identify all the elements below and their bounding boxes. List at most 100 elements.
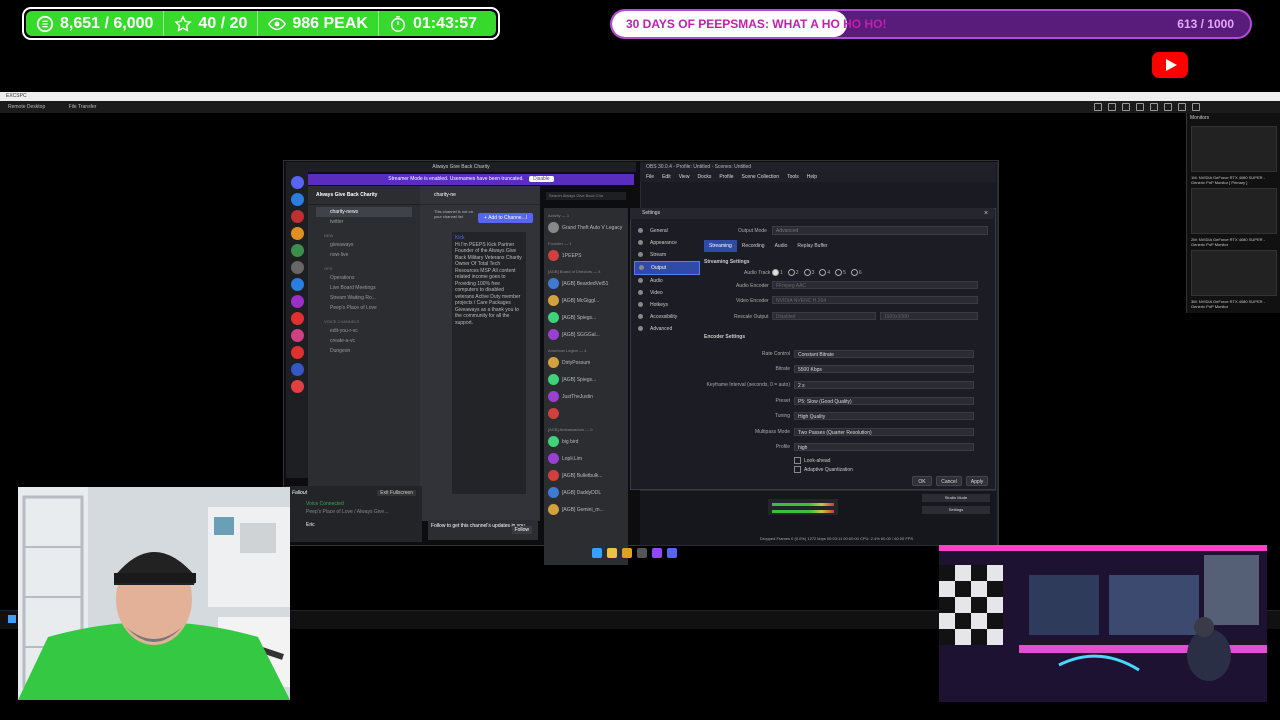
audio-track-radio[interactable]: 3 — [803, 269, 814, 276]
server-icon[interactable] — [290, 244, 304, 257]
lookahead-checkbox[interactable] — [794, 457, 801, 464]
display-icon[interactable] — [1094, 103, 1102, 111]
member-item[interactable]: [AGB] SGGGal... — [544, 326, 628, 343]
channel-item[interactable]: charity-news — [316, 207, 412, 217]
channel-item[interactable]: create-a-vc — [316, 336, 412, 346]
encoder-field-value[interactable]: 2 s — [794, 381, 974, 389]
audio-track-radio[interactable]: 5 — [835, 269, 846, 276]
server-icon[interactable] — [290, 210, 304, 223]
menu-edit[interactable]: Edit — [662, 174, 671, 180]
menu-tools[interactable]: Tools — [787, 174, 799, 180]
server-icon[interactable] — [290, 295, 304, 308]
monitor-thumb-1[interactable] — [1191, 126, 1277, 172]
windows-start-icon[interactable] — [8, 615, 16, 623]
tab-file-transfer[interactable]: File Transfer — [69, 104, 97, 110]
encoder-field-value[interactable]: High Quality — [794, 412, 974, 420]
menu-file[interactable]: File — [646, 174, 654, 180]
server-icon[interactable] — [290, 193, 304, 206]
server-icon[interactable] — [290, 329, 304, 342]
member-item[interactable]: 1PEEPS — [544, 247, 628, 264]
settings-nav-audio[interactable]: Audio — [634, 275, 700, 287]
menu-scene-collection[interactable]: Scene Collection — [742, 174, 780, 180]
tab-audio[interactable]: Audio — [770, 240, 793, 252]
member-item[interactable]: big bird — [544, 433, 628, 450]
server-icon[interactable] — [290, 346, 304, 359]
monitor-thumb-3[interactable] — [1191, 250, 1277, 296]
cancel-button[interactable]: Cancel — [936, 476, 962, 486]
settings-nav-accessibility[interactable]: Accessibility — [634, 311, 700, 323]
ok-button[interactable]: OK — [912, 476, 932, 486]
tab-remote-desktop[interactable]: Remote Desktop — [8, 104, 45, 110]
encoder-field-value[interactable]: Two Passes (Quarter Resolution) — [794, 428, 974, 436]
server-icon[interactable] — [290, 380, 304, 393]
menu-profile[interactable]: Profile — [719, 174, 733, 180]
activity-item[interactable]: Grand Theft Auto V Legacy — [544, 219, 628, 236]
close-icon[interactable] — [1192, 103, 1200, 111]
server-icon[interactable] — [290, 261, 304, 274]
audio-track-radio[interactable]: 2 — [787, 269, 799, 276]
member-item[interactable]: [AGB] Bulletbulk... — [544, 467, 628, 484]
member-item[interactable] — [544, 405, 628, 422]
member-item[interactable]: [AGB] DaddyDDL — [544, 484, 628, 501]
channel-item[interactable]: now-live — [316, 250, 412, 260]
member-item[interactable]: Lopli.Lim — [544, 450, 628, 467]
encoder-field-value[interactable]: 5500 Kbps — [794, 365, 974, 373]
fullscreen-icon[interactable] — [1178, 103, 1186, 111]
member-item[interactable]: DirtyPossum — [544, 354, 628, 371]
channel-item[interactable]: Stream Waiting Ro... — [316, 293, 412, 303]
follow-button[interactable]: Follow — [511, 526, 532, 534]
cursor-icon[interactable] — [1108, 103, 1116, 111]
audio-encoder-select[interactable]: FFmpeg AAC — [772, 281, 978, 289]
settings-button[interactable]: Settings — [922, 506, 990, 514]
twitch-icon[interactable] — [652, 548, 662, 558]
server-icon[interactable] — [290, 278, 304, 291]
rescale-select[interactable]: Disabled — [772, 312, 876, 320]
channel-item[interactable]: twitter — [316, 217, 412, 227]
audio-track-radio[interactable]: 1 — [772, 269, 783, 276]
settings-nav-general[interactable]: General — [634, 225, 700, 237]
settings-nav-advanced[interactable]: Advanced — [634, 323, 700, 335]
tab-streaming[interactable]: Streaming — [704, 240, 737, 252]
video-encoder-select[interactable]: NVIDIA NVENC H.264 — [772, 296, 978, 304]
audio-track-radio[interactable]: 6 — [850, 269, 862, 276]
menu-view[interactable]: View — [679, 174, 690, 180]
rescale-resolution[interactable]: 1920x1080 — [880, 312, 978, 320]
server-icon[interactable] — [290, 363, 304, 376]
add-channel-button[interactable]: + Add to Channe...l — [478, 213, 533, 223]
channel-item[interactable]: Peep's Place of Love — [316, 303, 412, 313]
record-icon[interactable] — [1150, 103, 1158, 111]
server-name[interactable]: Always Give Back Charity — [308, 186, 420, 205]
encoder-field-value[interactable]: Constant Bitrate — [794, 350, 974, 358]
channel-item[interactable]: Dungeon — [316, 346, 412, 356]
menu-help[interactable]: Help — [807, 174, 817, 180]
windows-icon[interactable] — [592, 548, 602, 558]
discord-icon[interactable] — [667, 548, 677, 558]
obs-icon[interactable] — [637, 548, 647, 558]
settings-nav-hotkeys[interactable]: Hotkeys — [634, 299, 700, 311]
channel-item[interactable]: giveaways — [316, 240, 412, 250]
studio-mode-button[interactable]: Studio Mode — [922, 494, 990, 502]
disable-streamer-button[interactable]: Disable — [529, 176, 554, 182]
settings-nav-output[interactable]: Output — [634, 261, 700, 275]
channel-item[interactable]: Live Board Meetings — [316, 283, 412, 293]
settings-nav-stream[interactable]: Stream — [634, 249, 700, 261]
member-item[interactable]: [AGB] BeardedVet51 — [544, 275, 628, 292]
keyboard-icon[interactable] — [1122, 103, 1130, 111]
server-icon[interactable] — [290, 312, 304, 325]
exit-fullscreen-button[interactable]: Exit Fullscreen — [377, 490, 416, 496]
chrome-icon[interactable] — [622, 548, 632, 558]
output-mode-select[interactable]: Advanced — [772, 226, 988, 235]
close-icon[interactable]: × — [984, 210, 988, 217]
server-icon[interactable] — [290, 227, 304, 240]
settings-nav-video[interactable]: Video — [634, 287, 700, 299]
channel-item[interactable]: Operations — [316, 273, 412, 283]
channel-category[interactable]: VOICE CHANNELS — [316, 313, 412, 326]
settings-icon[interactable] — [1164, 103, 1172, 111]
chat-icon[interactable] — [1136, 103, 1144, 111]
apply-button[interactable]: Apply — [966, 476, 988, 486]
channel-category[interactable]: OPS — [316, 260, 412, 273]
member-item[interactable]: [AGB] McGiggl... — [544, 292, 628, 309]
username[interactable]: Eric — [286, 516, 422, 534]
encoder-field-value[interactable]: P5: Slow (Good Quality) — [794, 397, 974, 405]
menu-docks[interactable]: Docks — [697, 174, 711, 180]
